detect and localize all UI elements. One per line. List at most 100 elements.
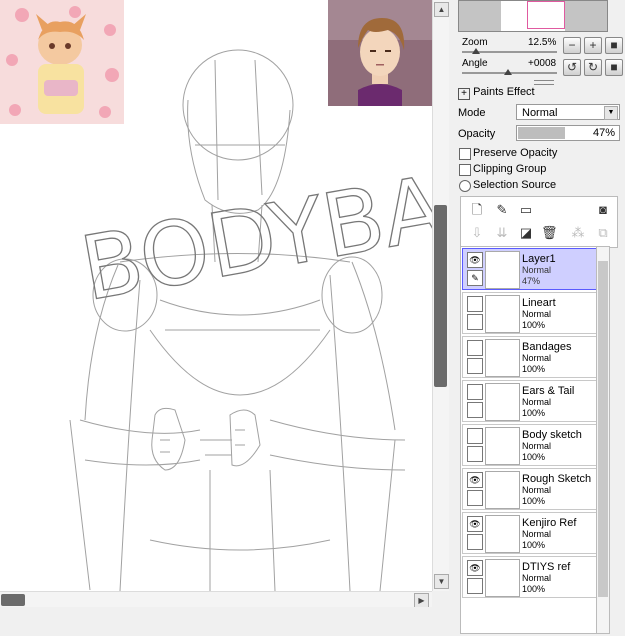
watermark-text: BODYBAGZ bbox=[74, 134, 432, 321]
rotate-reset-button[interactable]: ■ bbox=[605, 59, 623, 76]
rotate-left-button[interactable]: ↺ bbox=[563, 59, 581, 76]
visibility-toggle[interactable] bbox=[467, 340, 483, 356]
layer-mode: Normal bbox=[522, 265, 552, 275]
layer-row[interactable]: Bandages Normal 100% bbox=[462, 336, 605, 378]
layer-mode: Normal bbox=[522, 485, 552, 495]
lock-toggle[interactable] bbox=[467, 490, 483, 506]
trash-icon[interactable]: 🗑 bbox=[541, 225, 558, 241]
horizontal-scroll-thumb[interactable] bbox=[1, 594, 25, 606]
zoom-in-button[interactable]: + bbox=[584, 37, 602, 54]
angle-label: Angle bbox=[462, 58, 488, 69]
preserve-opacity-label: Preserve Opacity bbox=[473, 147, 558, 159]
navigator-preview[interactable] bbox=[458, 0, 608, 32]
blend-mode-value: Normal bbox=[522, 107, 558, 119]
layer-list-scrollbar[interactable] bbox=[596, 246, 610, 634]
layer-thumbnail bbox=[485, 515, 520, 553]
canvas-vertical-scrollbar[interactable]: ▲ ▼ bbox=[432, 0, 449, 591]
layer-opacity: 47% bbox=[522, 276, 541, 286]
opacity-label: Opacity bbox=[458, 128, 496, 140]
layer-mask-icon[interactable]: ◙ bbox=[595, 202, 611, 218]
zoom-value: 12.5% bbox=[528, 37, 557, 48]
layer-name: Bandages bbox=[522, 341, 572, 353]
visibility-toggle[interactable] bbox=[467, 296, 483, 312]
eye-icon[interactable]: 👁 bbox=[467, 560, 483, 576]
layer-thumbnail bbox=[485, 295, 520, 333]
preserve-opacity-checkbox[interactable] bbox=[459, 148, 471, 160]
lock-toggle[interactable] bbox=[467, 534, 483, 550]
lock-toggle[interactable] bbox=[467, 578, 483, 594]
visibility-toggle[interactable] bbox=[467, 428, 483, 444]
paints-effect-title: Paints Effect bbox=[473, 86, 535, 98]
layer-mode: Normal bbox=[522, 441, 552, 451]
canvas-horizontal-scrollbar[interactable]: ▶ bbox=[0, 591, 432, 608]
opacity-value: 47% bbox=[592, 127, 615, 139]
status-strip bbox=[0, 607, 448, 636]
layer-mode: Normal bbox=[522, 529, 552, 539]
layer-mode: Normal bbox=[522, 397, 552, 407]
merge-down-icon[interactable]: ⇊ bbox=[494, 225, 510, 241]
layer-name: Layer1 bbox=[522, 253, 556, 265]
layer-toolbar: 🗋 ✎ ▭ ◙ ⇩ ⇊ ◪ 🗑 ⁂ ⧉ bbox=[460, 196, 618, 248]
mode-label: Mode bbox=[458, 107, 486, 119]
layer-name: DTIYS ref bbox=[522, 561, 571, 573]
rotate-right-button[interactable]: ↻ bbox=[584, 59, 602, 76]
layer-row[interactable]: Lineart Normal 100% bbox=[462, 292, 605, 334]
layer-thumbnail bbox=[485, 471, 520, 509]
layer-name: Lineart bbox=[522, 297, 556, 309]
clipping-group-checkbox[interactable] bbox=[459, 164, 471, 176]
lock-toggle[interactable] bbox=[467, 358, 483, 374]
visibility-toggle[interactable] bbox=[467, 384, 483, 400]
divider-grip[interactable] bbox=[534, 80, 554, 85]
layer-row[interactable]: Ears & Tail Normal 100% bbox=[462, 380, 605, 422]
navigator-viewport-rect[interactable] bbox=[527, 1, 565, 29]
layer-name: Body sketch bbox=[522, 429, 582, 441]
angle-slider-knob[interactable] bbox=[504, 69, 512, 75]
layer-list-scroll-thumb[interactable] bbox=[598, 261, 608, 597]
new-folder-icon[interactable]: ▭ bbox=[518, 202, 534, 218]
angle-value: +0008 bbox=[528, 58, 557, 69]
paints-effect-header[interactable]: + Paints Effect bbox=[458, 86, 535, 100]
lock-toggle[interactable] bbox=[467, 314, 483, 330]
zoom-reset-button[interactable]: ■ bbox=[605, 37, 623, 54]
clear-layer-icon[interactable]: ◪ bbox=[518, 225, 534, 241]
blend-mode-select[interactable]: Normal ▼ bbox=[516, 104, 620, 120]
layer-mode: Normal bbox=[522, 353, 552, 363]
transfer-down-icon[interactable]: ⇩ bbox=[469, 225, 485, 241]
layer-row[interactable]: 👁 Rough Sketch Normal 100% bbox=[462, 468, 605, 510]
new-layer-icon[interactable]: 🗋 bbox=[469, 202, 485, 218]
eye-icon[interactable]: 👁 bbox=[467, 516, 483, 532]
scroll-right-button[interactable]: ▶ bbox=[414, 593, 429, 608]
layer-mode: Normal bbox=[522, 573, 552, 583]
layer-thumbnail bbox=[485, 559, 520, 597]
layer-row[interactable]: Body sketch Normal 100% bbox=[462, 424, 605, 466]
layer-thumbnail bbox=[485, 251, 520, 289]
layer-mode: Normal bbox=[522, 309, 552, 319]
brush-icon[interactable]: ✎ bbox=[467, 270, 483, 286]
zoom-slider-knob[interactable] bbox=[472, 48, 480, 54]
layer-name: Kenjiro Ref bbox=[522, 517, 577, 529]
lock-toggle[interactable] bbox=[467, 402, 483, 418]
layer-row[interactable]: 👁 ✎ Layer1 Normal 47% bbox=[462, 248, 605, 290]
layer-name: Ears & Tail bbox=[522, 385, 575, 397]
scroll-down-button[interactable]: ▼ bbox=[434, 574, 449, 589]
layer-opacity: 100% bbox=[522, 540, 546, 550]
zoom-out-button[interactable]: − bbox=[563, 37, 581, 54]
layer-list: 👁 ✎ Layer1 Normal 47% Lineart Normal 100% Bandag… bbox=[460, 246, 608, 634]
eye-icon[interactable]: 👁 bbox=[467, 472, 483, 488]
lock-toggle[interactable] bbox=[467, 446, 483, 462]
flatten-icon[interactable]: ⧉ bbox=[595, 225, 611, 241]
layer-row[interactable]: 👁 DTIYS ref Normal 100% bbox=[462, 556, 605, 598]
drawing-canvas[interactable]: BODYBAGZ bbox=[0, 0, 432, 591]
vertical-scroll-thumb[interactable] bbox=[434, 205, 447, 387]
new-linework-layer-icon[interactable]: ✎ bbox=[494, 202, 510, 218]
layer-opacity: 100% bbox=[522, 496, 546, 506]
layer-row[interactable]: 👁 Kenjiro Ref Normal 100% bbox=[462, 512, 605, 554]
merge-visible-icon[interactable]: ⁂ bbox=[570, 225, 586, 241]
layer-opacity: 100% bbox=[522, 320, 546, 330]
layer-opacity: 100% bbox=[522, 584, 546, 594]
eye-icon[interactable]: 👁 bbox=[467, 252, 483, 268]
opacity-slider[interactable]: 47% bbox=[516, 125, 620, 141]
selection-source-radio[interactable] bbox=[459, 180, 471, 192]
scroll-up-button[interactable]: ▲ bbox=[434, 2, 449, 17]
layer-opacity: 100% bbox=[522, 364, 546, 374]
